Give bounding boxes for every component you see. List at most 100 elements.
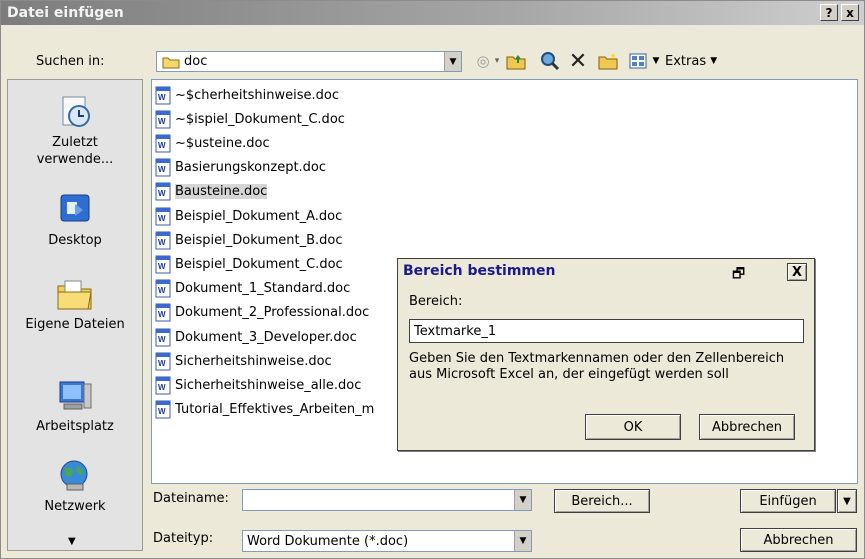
file-item[interactable]: W Dokument_3_Developer.doc bbox=[155, 326, 357, 348]
views-dropdown-icon[interactable]: ▼ bbox=[651, 51, 661, 71]
word-document-icon: W bbox=[155, 352, 172, 371]
svg-text:W: W bbox=[158, 262, 166, 271]
lookin-combo[interactable]: doc ▼ bbox=[156, 51, 462, 72]
word-document-icon: W bbox=[155, 303, 172, 322]
file-item[interactable]: W ~$ispiel_Dokument_C.doc bbox=[155, 108, 345, 130]
file-name: Basierungskonzept.doc bbox=[175, 160, 327, 176]
my-documents-folder-icon bbox=[55, 276, 95, 312]
network-globe-icon bbox=[55, 458, 95, 494]
range-dialog-title: Bereich bestimmen bbox=[403, 263, 556, 279]
search-web-icon[interactable] bbox=[539, 51, 561, 71]
file-name: Bausteine.doc bbox=[175, 184, 268, 200]
file-item[interactable]: W ~$usteine.doc bbox=[155, 132, 270, 154]
sidebar-scroll-down-icon[interactable]: ▼ bbox=[68, 536, 76, 547]
svg-text:W: W bbox=[158, 383, 166, 392]
file-item[interactable]: W Beispiel_Dokument_B.doc bbox=[155, 229, 343, 251]
chevron-down-icon[interactable]: ▼ bbox=[514, 531, 531, 551]
filename-input[interactable]: ▼ bbox=[242, 489, 532, 511]
sidebar-item-network[interactable]: Netzwerk bbox=[8, 458, 142, 515]
sidebar-item-my-documents[interactable]: Eigene Dateien bbox=[8, 276, 142, 333]
recent-clock-icon bbox=[55, 94, 95, 130]
file-item[interactable]: W Beispiel_Dokument_A.doc bbox=[155, 205, 342, 227]
svg-text:W: W bbox=[158, 359, 166, 368]
sidebar-item-desktop[interactable]: Desktop bbox=[8, 192, 142, 249]
svg-text:W: W bbox=[158, 189, 166, 198]
range-description: Geben Sie den Textmarkennamen oder den Z… bbox=[409, 351, 785, 382]
word-document-icon: W bbox=[155, 328, 172, 347]
svg-text:W: W bbox=[158, 286, 166, 295]
word-document-icon: W bbox=[155, 255, 172, 274]
svg-text:W: W bbox=[158, 407, 166, 416]
file-name: Sicherheitshinweise.doc bbox=[175, 353, 332, 369]
up-folder-icon[interactable] bbox=[505, 51, 527, 71]
my-computer-icon bbox=[55, 378, 95, 414]
word-document-icon: W bbox=[155, 207, 172, 226]
svg-text:W: W bbox=[158, 335, 166, 344]
svg-text:W: W bbox=[158, 310, 166, 319]
lookin-label: Suchen in: bbox=[36, 54, 105, 69]
range-cancel-button[interactable]: Abbrechen bbox=[699, 414, 795, 440]
file-name: Dokument_1_Standard.doc bbox=[175, 281, 351, 297]
file-name: Dokument_2_Professional.doc bbox=[175, 305, 370, 321]
word-document-icon: W bbox=[155, 376, 172, 395]
svg-text:W: W bbox=[158, 238, 166, 247]
insert-dropdown-button[interactable]: ▼ bbox=[837, 489, 857, 513]
file-item[interactable]: W Bausteine.doc bbox=[155, 181, 268, 203]
svg-text:W: W bbox=[158, 214, 166, 223]
restore-icon[interactable]: 🗗 bbox=[732, 263, 745, 287]
range-field-label: Bereich: bbox=[409, 294, 463, 309]
range-dialog-titlebar: Bereich bestimmen bbox=[398, 259, 814, 283]
window-title: Datei einfügen bbox=[7, 5, 124, 21]
chevron-down-icon[interactable]: ▼ bbox=[444, 52, 461, 71]
file-name: ~$usteine.doc bbox=[175, 135, 270, 151]
back-dropdown-icon[interactable]: ▾ bbox=[492, 51, 502, 71]
chevron-down-icon: ▼ bbox=[843, 495, 851, 507]
title-bar: Datei einfügen ? x bbox=[1, 1, 864, 25]
filetype-select[interactable]: Word Dokumente (*.doc) ▼ bbox=[242, 530, 532, 552]
chevron-down-icon[interactable]: ▼ bbox=[514, 490, 531, 510]
file-item[interactable]: W Beispiel_Dokument_C.doc bbox=[155, 253, 343, 275]
range-dialog-close-button[interactable]: X bbox=[787, 263, 807, 281]
word-document-icon: W bbox=[155, 134, 172, 153]
delete-icon[interactable]: ✕ bbox=[567, 49, 589, 74]
filename-label: Dateiname: bbox=[153, 491, 229, 506]
file-item[interactable]: W Basierungskonzept.doc bbox=[155, 157, 326, 179]
close-button[interactable]: x bbox=[841, 4, 859, 21]
svg-text:W: W bbox=[158, 141, 166, 150]
file-name: Beispiel_Dokument_C.doc bbox=[175, 256, 343, 272]
word-document-icon: W bbox=[155, 158, 172, 177]
word-document-icon: W bbox=[155, 279, 172, 298]
places-bar: Zuletzt verwende... Desktop Eigene Datei… bbox=[7, 79, 143, 551]
range-input[interactable]: Textmarke_1 bbox=[409, 319, 804, 343]
sidebar-item-recent[interactable]: Zuletzt verwende... bbox=[8, 94, 142, 168]
extras-menu[interactable]: Extras ▼ bbox=[665, 51, 735, 71]
folder-icon bbox=[162, 55, 180, 69]
file-name: ~$ispiel_Dokument_C.doc bbox=[175, 111, 345, 127]
word-document-icon: W bbox=[155, 400, 172, 419]
range-button[interactable]: Bereich... bbox=[554, 489, 650, 513]
file-item[interactable]: W ~$cherheitshinweise.doc bbox=[155, 84, 339, 106]
lookin-value: doc bbox=[184, 54, 208, 69]
word-document-icon: W bbox=[155, 86, 172, 105]
file-item[interactable]: W Dokument_1_Standard.doc bbox=[155, 278, 350, 300]
word-document-icon: W bbox=[155, 182, 172, 201]
cancel-button[interactable]: Abbrechen bbox=[740, 528, 857, 552]
help-button[interactable]: ? bbox=[820, 4, 838, 21]
file-name: Tutorial_Effektives_Arbeiten_m bbox=[175, 402, 375, 418]
file-item[interactable]: W Sicherheitshinweise_alle.doc bbox=[155, 374, 361, 396]
range-ok-button[interactable]: OK bbox=[585, 414, 681, 440]
sidebar-item-my-computer[interactable]: Arbeitsplatz bbox=[8, 378, 142, 435]
file-name: Dokument_3_Developer.doc bbox=[175, 329, 357, 345]
views-icon[interactable] bbox=[627, 51, 649, 71]
file-item[interactable]: W Tutorial_Effektives_Arbeiten_m bbox=[155, 399, 374, 421]
file-item[interactable]: W Dokument_2_Professional.doc bbox=[155, 302, 369, 324]
insert-button[interactable]: Einfügen bbox=[740, 489, 836, 513]
file-name: Sicherheitshinweise_alle.doc bbox=[175, 377, 362, 393]
range-dialog: Bereich bestimmen 🗗 X Bereich: Textmarke… bbox=[397, 258, 815, 451]
new-folder-icon[interactable] bbox=[597, 51, 619, 71]
file-name: Beispiel_Dokument_A.doc bbox=[175, 208, 343, 224]
file-item[interactable]: W Sicherheitshinweise.doc bbox=[155, 350, 332, 372]
file-name: Beispiel_Dokument_B.doc bbox=[175, 232, 343, 248]
svg-text:W: W bbox=[158, 165, 166, 174]
back-icon[interactable]: ◎ bbox=[474, 51, 492, 71]
